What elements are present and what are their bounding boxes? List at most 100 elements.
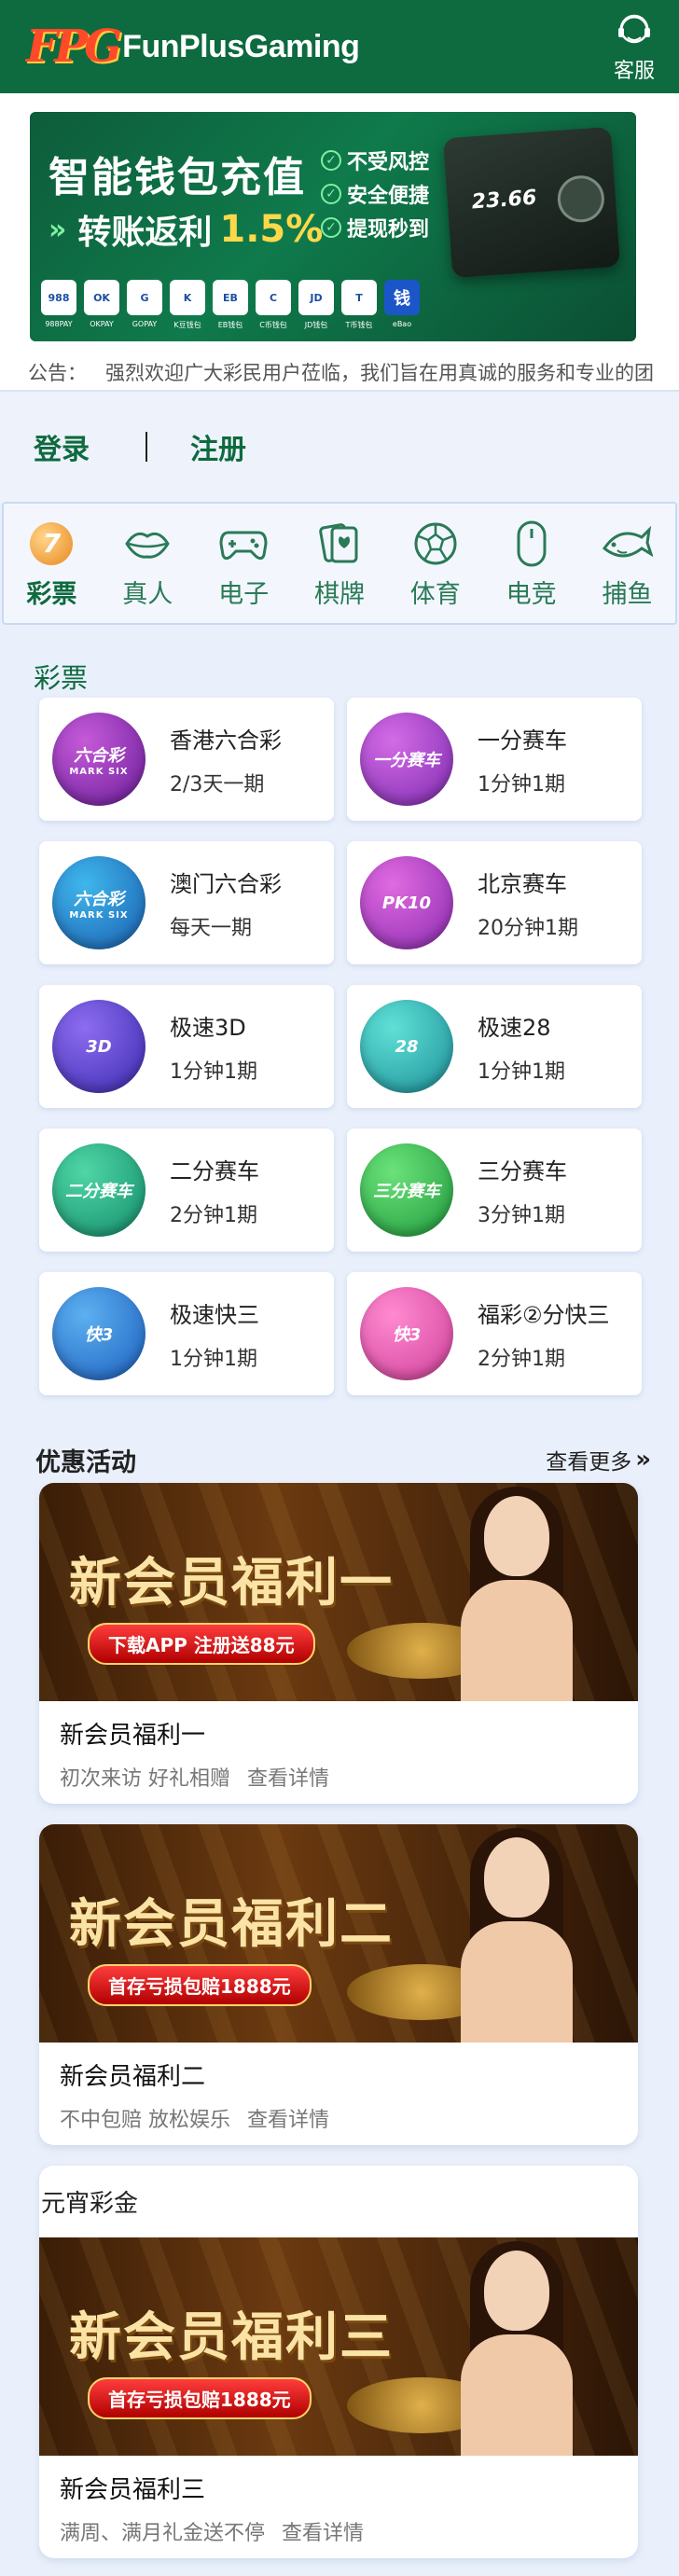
nav-item-esports[interactable]: 电竞 bbox=[490, 518, 574, 610]
announcement-bar[interactable]: 公告： 强烈欢迎广大彩民用户莅临，我们旨在用真诚的服务和专业的团 bbox=[0, 354, 679, 392]
auth-bar: 登录 注册 bbox=[0, 392, 679, 502]
pay-method-label: OKPAY bbox=[90, 320, 114, 328]
pay-method-icon: 钱 bbox=[384, 280, 420, 315]
promotion-card[interactable]: 新会员福利一 下载APP 注册送88元 新会员福利一 初次来访 好礼相赠 查看详情 bbox=[39, 1483, 638, 1804]
lottery-icon: 7 bbox=[30, 521, 74, 565]
nav-item-fishing[interactable]: 捕鱼 bbox=[585, 518, 669, 610]
lottery-badge-icon: 六合彩 MARK SIX bbox=[52, 856, 146, 949]
pay-method-icon: G bbox=[127, 280, 162, 315]
lottery-period: 1分钟1期 bbox=[478, 772, 565, 796]
lottery-card[interactable]: 快3 福彩②分快三 2分钟1期 bbox=[347, 1272, 642, 1395]
lottery-period: 2/3天一期 bbox=[170, 772, 265, 796]
lottery-name: 极速快三 bbox=[170, 1301, 259, 1328]
banner-feature: ✓ 不受风控 bbox=[321, 144, 429, 177]
lottery-card[interactable]: 28 极速28 1分钟1期 bbox=[347, 985, 642, 1108]
register-link[interactable]: 注册 bbox=[190, 426, 246, 467]
nav-item-slots[interactable]: 电子 bbox=[201, 518, 285, 610]
lottery-badge-icon: 28 bbox=[360, 1000, 453, 1093]
pay-method-icon: EB bbox=[213, 280, 248, 315]
view-details-link[interactable]: 查看详情 bbox=[247, 1767, 329, 1791]
lottery-name: 北京赛车 bbox=[478, 870, 567, 897]
nav-item-cards[interactable]: 棋牌 bbox=[298, 518, 381, 610]
lottery-badge-icon: 3D bbox=[52, 1000, 146, 1093]
nav-label: 棋牌 bbox=[313, 579, 365, 609]
customer-service-button[interactable]: 客服 bbox=[614, 9, 655, 84]
promotion-image-title: 新会员福利三 bbox=[69, 2307, 394, 2368]
brand-logo[interactable]: FPG FunPlusGaming bbox=[26, 21, 360, 73]
check-icon: ✓ bbox=[321, 184, 341, 204]
lottery-period: 每天一期 bbox=[170, 916, 253, 940]
promotion-name: 新会员福利三 bbox=[60, 2476, 206, 2504]
pay-method-icon: K bbox=[170, 280, 205, 315]
view-details-link[interactable]: 查看详情 bbox=[247, 2109, 329, 2132]
lottery-card[interactable]: 一分赛车 一分赛车 1分钟1期 bbox=[347, 698, 642, 821]
pay-method-label: 988PAY bbox=[45, 320, 73, 328]
promotions-title: 优惠活动 bbox=[35, 1447, 136, 1477]
cards-icon bbox=[319, 522, 358, 562]
lottery-name: 二分赛车 bbox=[170, 1157, 259, 1184]
lottery-badge-icon: PK10 bbox=[360, 856, 453, 949]
lottery-card[interactable]: 3D 极速3D 1分钟1期 bbox=[39, 985, 334, 1108]
promotion-card[interactable]: 元宵彩金 新会员福利三 首存亏损包赔1888元 新会员福利三 满周、满月礼金送不… bbox=[39, 2166, 638, 2558]
logo-mark: FPG bbox=[26, 21, 122, 73]
nav-label: 电子 bbox=[218, 579, 270, 609]
lottery-badge-icon: 二分赛车 bbox=[52, 1143, 146, 1237]
pay-method-label: T币钱包 bbox=[345, 321, 373, 329]
pay-method-icon: JD bbox=[298, 280, 334, 315]
banner-subtitle: » 转账返利 1.5% bbox=[48, 205, 323, 254]
soccer-icon bbox=[414, 522, 457, 564]
pay-method-label: eBao bbox=[392, 320, 412, 328]
promotion-image: 新会员福利三 首存亏损包赔1888元 bbox=[39, 2237, 638, 2456]
lottery-card[interactable]: 快3 极速快三 1分钟1期 bbox=[39, 1272, 334, 1395]
pay-method-icon: 988 bbox=[41, 280, 76, 315]
lips-icon bbox=[125, 532, 171, 559]
lottery-badge-icon: 一分赛车 bbox=[360, 713, 453, 806]
view-details-link[interactable]: 查看详情 bbox=[282, 2522, 364, 2545]
lottery-card[interactable]: 六合彩 MARK SIX 澳门六合彩 每天一期 bbox=[39, 841, 334, 964]
banner-rebate-percent: 1.5% bbox=[219, 208, 324, 251]
pay-method-icon: OK bbox=[84, 280, 119, 315]
login-link[interactable]: 登录 bbox=[34, 426, 90, 467]
lottery-name: 极速3D bbox=[170, 1014, 246, 1041]
view-more-link[interactable]: 查看更多 » bbox=[546, 1444, 651, 1475]
lottery-badge-icon: 三分赛车 bbox=[360, 1143, 453, 1237]
wallet-illustration: 23.66 bbox=[442, 126, 621, 279]
lottery-period: 1分钟1期 bbox=[478, 1059, 565, 1084]
promotion-image-pill: 首存亏损包赔1888元 bbox=[88, 1964, 312, 2006]
lottery-card[interactable]: PK10 北京赛车 20分钟1期 bbox=[347, 841, 642, 964]
nav-item-live[interactable]: 真人 bbox=[105, 518, 189, 610]
lottery-name: 三分赛车 bbox=[478, 1157, 567, 1184]
lottery-period: 1分钟1期 bbox=[170, 1059, 257, 1084]
lottery-period: 3分钟1期 bbox=[478, 1203, 565, 1227]
lottery-name: 极速28 bbox=[478, 1014, 551, 1041]
pay-method-label: K豆钱包 bbox=[173, 321, 201, 329]
nav-item-sports[interactable]: 体育 bbox=[394, 518, 478, 610]
game-category-nav: 7 彩票 真人 电子 棋牌 体育 电竞 捕鱼 bbox=[2, 502, 677, 625]
wallet-promo-banner[interactable]: 智能钱包充值 » 转账返利 1.5% ✓ 不受风控 ✓ 安全便捷 ✓ 提现秒到 23.… bbox=[30, 112, 636, 341]
pay-method-label: GOPAY bbox=[132, 320, 158, 328]
nav-item-lottery[interactable]: 7 彩票 bbox=[9, 518, 93, 610]
gamepad-icon bbox=[219, 531, 268, 560]
lottery-name: 福彩②分快三 bbox=[478, 1301, 610, 1328]
double-chevron-right-icon: » bbox=[635, 1446, 651, 1474]
lottery-card[interactable]: 六合彩 MARK SIX 香港六合彩 2/3天一期 bbox=[39, 698, 334, 821]
lottery-period: 20分钟1期 bbox=[478, 916, 578, 940]
lottery-name: 一分赛车 bbox=[478, 727, 567, 754]
promotion-card[interactable]: 新会员福利二 首存亏损包赔1888元 新会员福利二 不中包赔 放松娱乐 查看详情 bbox=[39, 1824, 638, 2145]
promotion-image-title: 新会员福利二 bbox=[69, 1894, 394, 1955]
announcement-label: 公告： bbox=[28, 362, 87, 384]
lottery-grid: 六合彩 MARK SIX 香港六合彩 2/3天一期 一分赛车 一分赛车 1分钟1… bbox=[0, 698, 679, 1395]
lottery-card[interactable]: 二分赛车 二分赛车 2分钟1期 bbox=[39, 1129, 334, 1252]
banner-container: 智能钱包充值 » 转账返利 1.5% ✓ 不受风控 ✓ 安全便捷 ✓ 提现秒到 23.… bbox=[0, 93, 679, 354]
lottery-period: 1分钟1期 bbox=[170, 1347, 257, 1371]
pay-method-label: JD钱包 bbox=[304, 321, 328, 329]
nav-label: 电竞 bbox=[506, 579, 557, 609]
lottery-card[interactable]: 三分赛车 三分赛车 3分钟1期 bbox=[347, 1129, 642, 1252]
headset-icon bbox=[617, 14, 650, 44]
promotion-name: 新会员福利一 bbox=[60, 1722, 206, 1750]
lottery-period: 2分钟1期 bbox=[478, 1347, 565, 1371]
top-header: FPG FunPlusGaming 客服 bbox=[0, 0, 679, 93]
promotions-list: 新会员福利一 下载APP 注册送88元 新会员福利一 初次来访 好礼相赠 查看详情… bbox=[0, 1483, 679, 2558]
payment-method-labels: 988PAY OKPAY GOPAY K豆钱包 EB钱包 C币钱包 JD钱包 T… bbox=[41, 320, 420, 330]
lottery-badge-icon: 六合彩 MARK SIX bbox=[52, 713, 146, 806]
